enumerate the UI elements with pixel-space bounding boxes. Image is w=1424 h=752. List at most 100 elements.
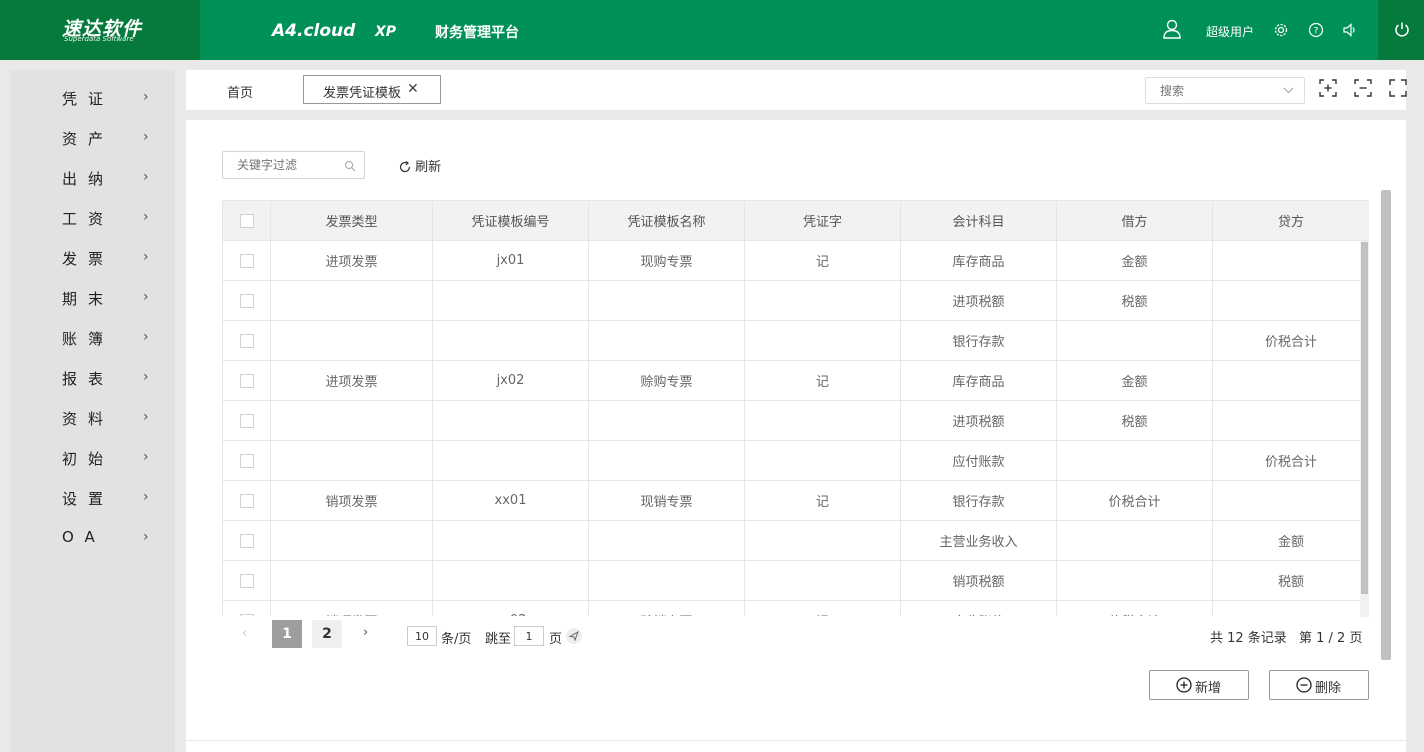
row-checkbox[interactable] [239,413,254,428]
row-select-cell [222,600,271,616]
row-checkbox[interactable] [239,253,254,268]
sidebar-item-assets[interactable]: 资产 › [10,118,175,158]
help-icon[interactable]: ? [1308,22,1324,38]
sidebar-item-ledger[interactable]: 账簿 › [10,318,175,358]
table-cell: 银行存款 [900,480,1057,521]
refresh-button[interactable]: 刷新 [399,156,441,177]
row-checkbox[interactable] [239,293,254,308]
tab-label: 发票凭证模板 [323,86,402,101]
keyword-filter-input[interactable] [223,152,333,178]
table-row[interactable]: 销项税额 税额 [222,560,1369,601]
row-checkbox[interactable] [239,333,254,348]
column-header[interactable]: 贷方 [1212,200,1369,241]
table-cell [1212,240,1369,281]
page-number-2[interactable]: 2 [312,620,342,648]
menu-search-select[interactable] [1145,77,1305,104]
user-icon[interactable] [1162,19,1182,39]
goto-page-input[interactable] [514,626,544,646]
table-cell [432,560,589,601]
fullscreen-icon[interactable] [1389,79,1409,99]
table-cell [432,280,589,321]
chevron-right-icon: › [143,89,149,105]
row-checkbox[interactable] [239,493,254,508]
sidebar-item-payroll[interactable]: 工资 › [10,198,175,238]
table-row[interactable]: 主营业务收入 金额 [222,520,1369,561]
select-all-checkbox[interactable] [239,213,254,228]
zoom-in-icon[interactable] [1319,79,1339,99]
chevron-right-icon: › [143,169,149,185]
table-cell: 记 [744,480,901,521]
zoom-out-icon[interactable] [1354,79,1374,99]
tab-home[interactable]: 首页 [227,82,253,101]
add-button[interactable]: 新增 [1149,670,1249,700]
table-cell: 记 [744,240,901,281]
search-input[interactable] [1146,78,1266,103]
tab-invoice-voucher-template[interactable]: 发票凭证模板 ✕ [303,75,441,104]
goto-suffix: 页 [549,632,563,647]
table-cell: 现购专票 [588,240,745,281]
row-select-cell [222,280,271,321]
prev-page-button[interactable]: ‹ [242,626,247,656]
sidebar-item-oa[interactable]: OA › [10,518,175,558]
column-header[interactable]: 发票类型 [270,200,433,241]
row-checkbox[interactable] [239,613,254,616]
total-records: 共 12 条记录 [1210,631,1287,646]
keyword-filter[interactable] [222,151,365,179]
user-name[interactable]: 超级用户 [1206,23,1254,40]
table-cell [588,560,745,601]
sidebar-item-label: 报表 [62,370,115,388]
column-header[interactable]: 会计科目 [900,200,1057,241]
table-cell [744,320,901,361]
table-row[interactable]: 销项发票xx02赊销专票记应收账款价税合计 [222,600,1369,616]
row-select-cell [222,320,271,361]
column-header[interactable]: 凭证模板编号 [432,200,589,241]
sidebar-item-reports[interactable]: 报表 › [10,358,175,398]
row-select-cell [222,480,271,521]
page-number-1[interactable]: 1 [272,620,302,648]
column-header[interactable]: 借方 [1056,200,1213,241]
gear-icon[interactable] [1273,22,1289,38]
column-header[interactable]: 凭证字 [744,200,901,241]
table-cell [1056,560,1213,601]
column-header[interactable]: 凭证模板名称 [588,200,745,241]
row-checkbox[interactable] [239,373,254,388]
row-checkbox[interactable] [239,533,254,548]
next-page-button[interactable]: › [363,625,368,640]
table-cell: jx01 [432,240,589,281]
sidebar-item-data[interactable]: 资料 › [10,398,175,438]
table-row[interactable]: 进项发票 jx01 现购专票记库存商品 金额 [222,240,1369,281]
table-row[interactable]: 进项税额 税额 [222,400,1369,441]
table-cell: xx02 [432,600,589,616]
sidebar-item-invoice[interactable]: 发票 › [10,238,175,278]
table-cell [270,280,433,321]
power-button[interactable] [1378,0,1424,60]
sidebar-item-label: 工资 [62,210,115,228]
send-icon[interactable] [566,628,582,644]
sidebar-item-init[interactable]: 初始 › [10,438,175,478]
table-cell [744,520,901,561]
content-scrollbar[interactable] [1381,190,1391,660]
table-cell [1056,320,1213,361]
minus-circle-icon [1296,677,1312,693]
table-row[interactable]: 银行存款 价税合计 [222,320,1369,361]
sidebar-item-voucher[interactable]: 凭证 › [10,78,175,118]
sidebar-item-settings[interactable]: 设置 › [10,478,175,518]
table-cell [588,440,745,481]
row-checkbox[interactable] [239,573,254,588]
table-cell [1212,360,1369,401]
sidebar-item-period-end[interactable]: 期末 › [10,278,175,318]
table-row[interactable]: 应付账款 价税合计 [222,440,1369,481]
row-checkbox[interactable] [239,453,254,468]
speaker-icon[interactable] [1342,22,1358,38]
sidebar-item-label: 初始 [62,450,115,468]
table-scrollbar-thumb[interactable] [1361,242,1368,594]
page-size-input[interactable] [407,626,437,646]
table-cell: 进项税额 [900,400,1057,441]
close-icon[interactable]: ✕ [407,81,419,97]
table-row[interactable]: 进项发票 jx02 赊购专票记库存商品 金额 [222,360,1369,401]
delete-button[interactable]: 删除 [1269,670,1369,700]
power-icon [1394,21,1410,41]
table-row[interactable]: 进项税额 税额 [222,280,1369,321]
table-row[interactable]: 销项发票 xx01 现销专票记银行存款 价税合计 [222,480,1369,521]
sidebar-item-cashier[interactable]: 出纳 › [10,158,175,198]
